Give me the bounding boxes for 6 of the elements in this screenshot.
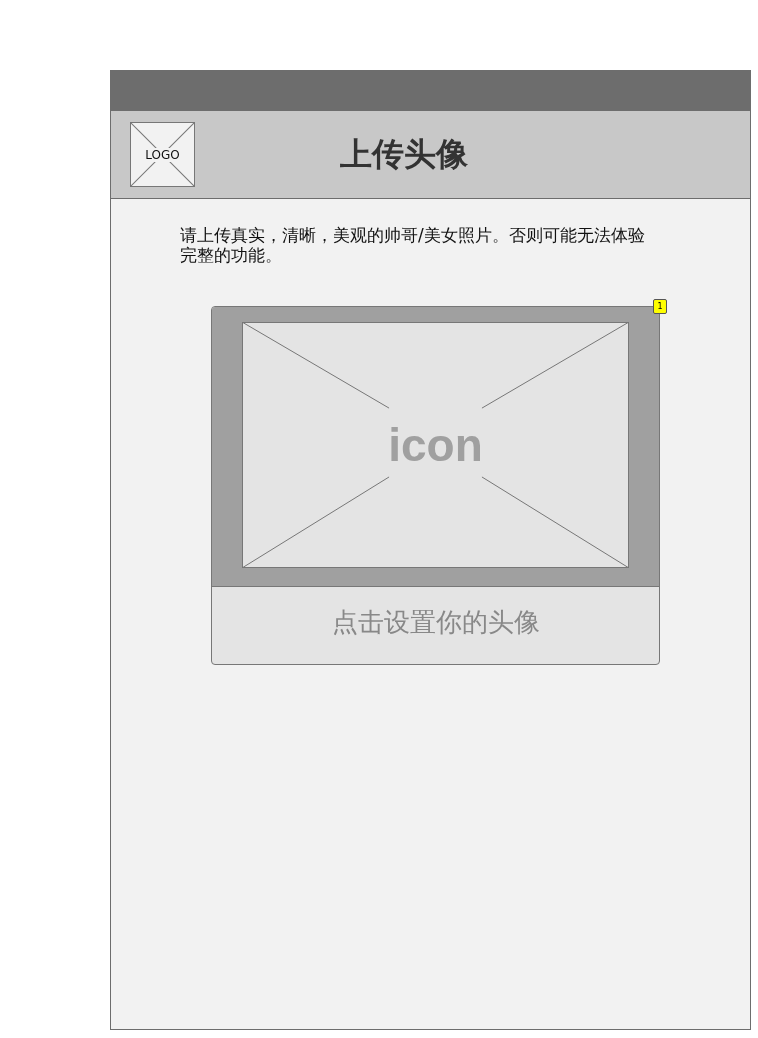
set-avatar-button[interactable]: 点击设置你的头像 [212, 587, 659, 664]
placeholder-label: icon [388, 418, 483, 472]
description-text: 请上传真实，清晰，美观的帅哥/美女照片。否则可能无法体验完整的功能。 [180, 225, 646, 265]
note-badge: 1 [653, 299, 667, 314]
logo-placeholder [130, 122, 195, 187]
page-title: 上传头像 [340, 133, 468, 175]
